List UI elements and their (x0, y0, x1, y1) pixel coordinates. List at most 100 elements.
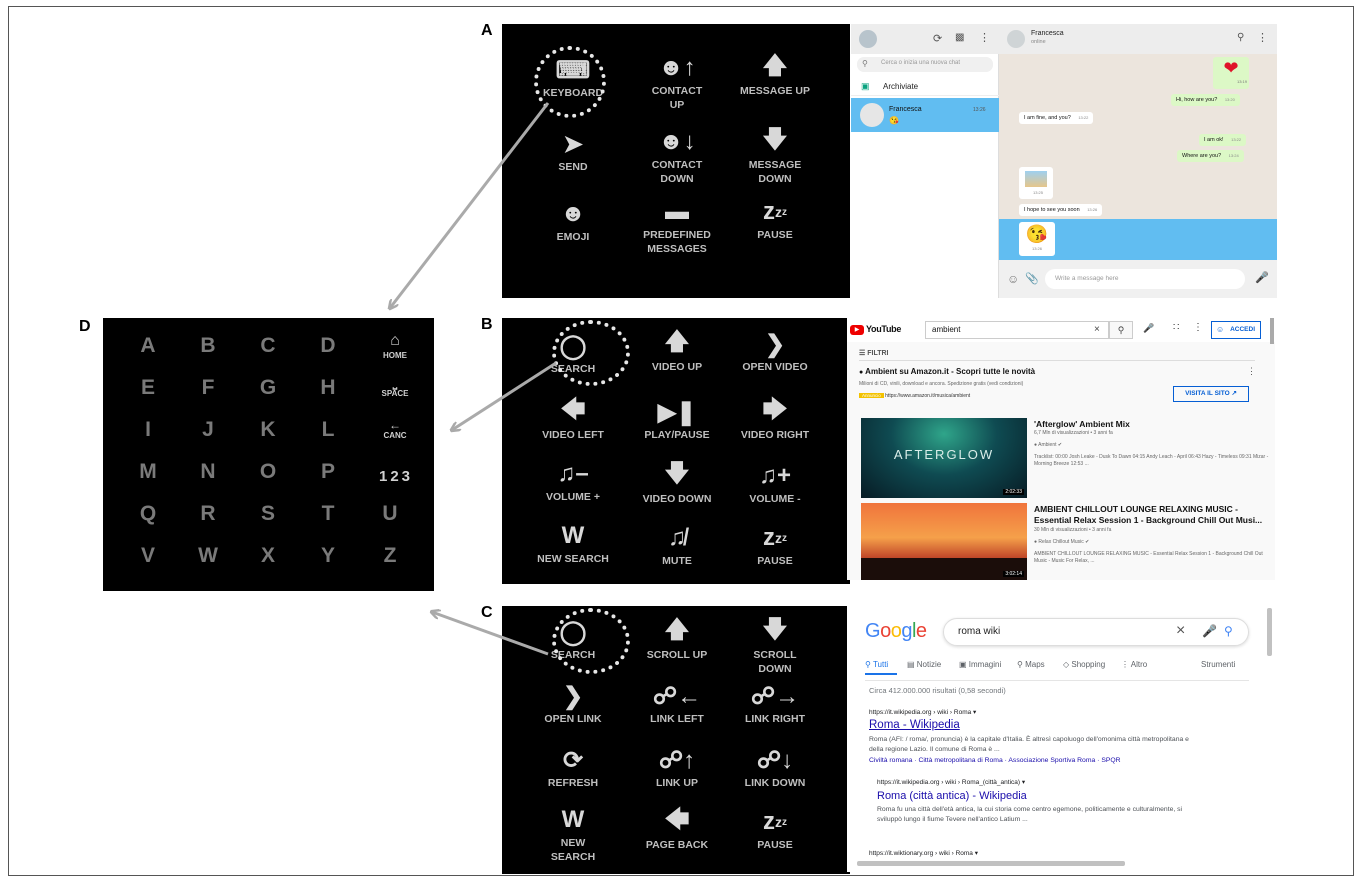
yt-ad-title[interactable]: ● Ambient su Amazon.it - Scopri tutte le… (859, 367, 1035, 376)
yt-video-channel[interactable]: Ambient (1038, 442, 1056, 448)
key-d[interactable]: D (303, 334, 353, 358)
command-contact-down[interactable]: ☻↓ CONTACT DOWN (622, 128, 732, 186)
google-search-input[interactable]: roma wiki × 🎤 ⚲ (943, 618, 1249, 646)
chevron-down-icon[interactable]: ▾ (1022, 779, 1025, 786)
key-i[interactable]: I (123, 418, 173, 442)
yt-video-thumbnail[interactable]: AFTERGLOW 2:02:33 (861, 418, 1027, 498)
google-result-title[interactable]: Roma (città antica) - Wikipedia (877, 790, 1027, 802)
key-q[interactable]: Q (123, 502, 173, 526)
command-video-right[interactable]: 🡆 VIDEO RIGHT (720, 396, 830, 442)
yt-video-thumbnail[interactable]: 3:02:14 (861, 503, 1027, 580)
key-numbers[interactable]: 123 (361, 468, 431, 485)
google-result-title[interactable]: Roma - Wikipedia (869, 719, 960, 731)
menu-icon[interactable]: ⋮ (1193, 322, 1203, 333)
chevron-down-icon[interactable]: ▾ (975, 850, 978, 857)
search-icon[interactable]: ⚲ (1237, 32, 1244, 43)
wa-archived-row[interactable]: ▣ Archiviate (851, 78, 999, 96)
avatar[interactable] (859, 30, 877, 48)
command-scroll-down[interactable]: 🡇 SCROLL DOWN (720, 616, 830, 676)
command-link-down[interactable]: ☍↓ LINK DOWN (720, 746, 830, 790)
yt-video-channel[interactable]: Relax Chillout Music (1038, 539, 1083, 545)
key-k[interactable]: K (243, 418, 293, 442)
key-o[interactable]: O (243, 460, 293, 484)
command-video-left[interactable]: 🡄 VIDEO LEFT (518, 396, 628, 442)
command-pause[interactable]: z z z PAUSE (720, 198, 830, 242)
search-icon[interactable]: ⚲ (1224, 624, 1233, 638)
close-icon[interactable]: × (1176, 622, 1185, 640)
refresh-icon[interactable]: ⟳ (933, 32, 942, 45)
search-icon[interactable]: ⚲ (1109, 321, 1133, 339)
scrollbar-vertical[interactable] (1267, 608, 1272, 656)
command-play-pause[interactable]: ▶❚ PLAY/PAUSE (622, 398, 732, 442)
key-s[interactable]: S (243, 502, 293, 526)
key-x[interactable]: X (243, 544, 293, 568)
wa-msg-image[interactable]: 13:25 (1019, 167, 1053, 199)
command-pause[interactable]: z z z PAUSE (720, 524, 830, 568)
command-link-up[interactable]: ☍↑ LINK UP (622, 746, 732, 790)
command-pause[interactable]: z z z PAUSE (720, 808, 830, 852)
command-contact-up[interactable]: ☻↑ CONTACT UP (622, 54, 732, 112)
tab-altro[interactable]: ⋮ Altro (1121, 660, 1147, 669)
command-predefined-messages[interactable]: ▬ PREDEFINED MESSAGES (622, 198, 732, 256)
key-r[interactable]: R (183, 502, 233, 526)
tab-maps[interactable]: ⚲ Maps (1017, 660, 1045, 669)
microphone-icon[interactable]: 🎤 (1255, 271, 1269, 284)
key-v[interactable]: V (123, 544, 173, 568)
wa-message-input[interactable]: Write a message here (1045, 269, 1245, 289)
chevron-down-icon[interactable]: ▾ (973, 709, 976, 716)
tab-immagini[interactable]: ▣ Immagini (959, 660, 1001, 669)
apps-grid-icon[interactable]: ∷ (1173, 322, 1179, 333)
wa-contact-row-selected[interactable]: Francesca 13:26 😘 (851, 98, 999, 132)
command-video-up[interactable]: 🡅 VIDEO UP (622, 328, 732, 374)
key-t[interactable]: T (303, 502, 353, 526)
command-volume[interactable]: ♫– VOLUME + (518, 460, 628, 504)
key-canc[interactable]: ← CANC (365, 419, 425, 440)
key-home[interactable]: ⌂ HOME (365, 332, 425, 360)
tab-notizie[interactable]: ▤ Notizie (907, 660, 941, 669)
key-u[interactable]: U (365, 502, 415, 526)
key-g[interactable]: G (243, 376, 293, 400)
command-link-right[interactable]: ☍→ LINK RIGHT (720, 682, 830, 726)
scrollbar[interactable] (1270, 318, 1274, 344)
chat-icon[interactable]: ▩ (955, 32, 964, 43)
key-c[interactable]: C (243, 334, 293, 358)
yt-signin-button[interactable]: ☺ ACCEDI (1211, 321, 1261, 339)
yt-search-input[interactable]: ambient × (925, 321, 1109, 339)
key-m[interactable]: M (123, 460, 173, 484)
command-emoji[interactable]: ☻ EMOJI (518, 200, 628, 244)
yt-visit-site-button[interactable]: VISITA IL SITO ↗ (1173, 386, 1249, 402)
google-tools[interactable]: Strumenti (1201, 660, 1235, 669)
key-a[interactable]: A (123, 334, 173, 358)
menu-icon[interactable]: ⋮ (1257, 31, 1268, 44)
command-link-left[interactable]: ☍← LINK LEFT (622, 682, 732, 726)
key-j[interactable]: J (183, 418, 233, 442)
command-open-video[interactable]: ❯ OPEN VIDEO (720, 330, 830, 374)
key-space[interactable]: ⎵ SPACE (365, 379, 425, 399)
key-e[interactable]: E (123, 376, 173, 400)
command-scroll-up[interactable]: 🡅 SCROLL UP (622, 616, 732, 662)
google-logo[interactable]: Google (865, 620, 927, 643)
menu-icon[interactable]: ⋮ (979, 31, 990, 44)
key-w[interactable]: W (183, 544, 233, 568)
key-n[interactable]: N (183, 460, 233, 484)
microphone-icon[interactable]: 🎤 (1143, 323, 1154, 334)
command-refresh[interactable]: ⟳ REFRESH (518, 746, 628, 790)
key-y[interactable]: Y (303, 544, 353, 568)
scrollbar-horizontal[interactable] (857, 861, 1125, 866)
key-f[interactable]: F (183, 376, 233, 400)
command-video-down[interactable]: 🡇 VIDEO DOWN (622, 460, 732, 506)
yt-video-title[interactable]: 'Afterglow' Ambient Mix (1034, 419, 1270, 429)
command-message-down[interactable]: 🡇 MESSAGE DOWN (720, 126, 830, 186)
google-sitelinks[interactable]: Civiltà romana · Città metropolitana di … (869, 757, 1121, 764)
wa-search-box[interactable]: ⚲ Cerca o inizia una nuova chat (857, 57, 993, 72)
tab-tutti[interactable]: ⚲ Tutti (865, 660, 888, 669)
microphone-icon[interactable]: 🎤 (1202, 624, 1217, 638)
close-icon[interactable]: × (1094, 324, 1100, 335)
key-p[interactable]: P (303, 460, 353, 484)
command-volume[interactable]: ♫+ VOLUME - (720, 462, 830, 506)
command-open-link[interactable]: ❯ OPEN LINK (518, 682, 628, 726)
command-mute[interactable]: ♫̸ MUTE (622, 524, 732, 568)
key-l[interactable]: L (303, 418, 353, 442)
command-page-back[interactable]: 🡄 PAGE BACK (622, 806, 732, 852)
emoji-icon[interactable]: ☺ (1007, 272, 1019, 286)
